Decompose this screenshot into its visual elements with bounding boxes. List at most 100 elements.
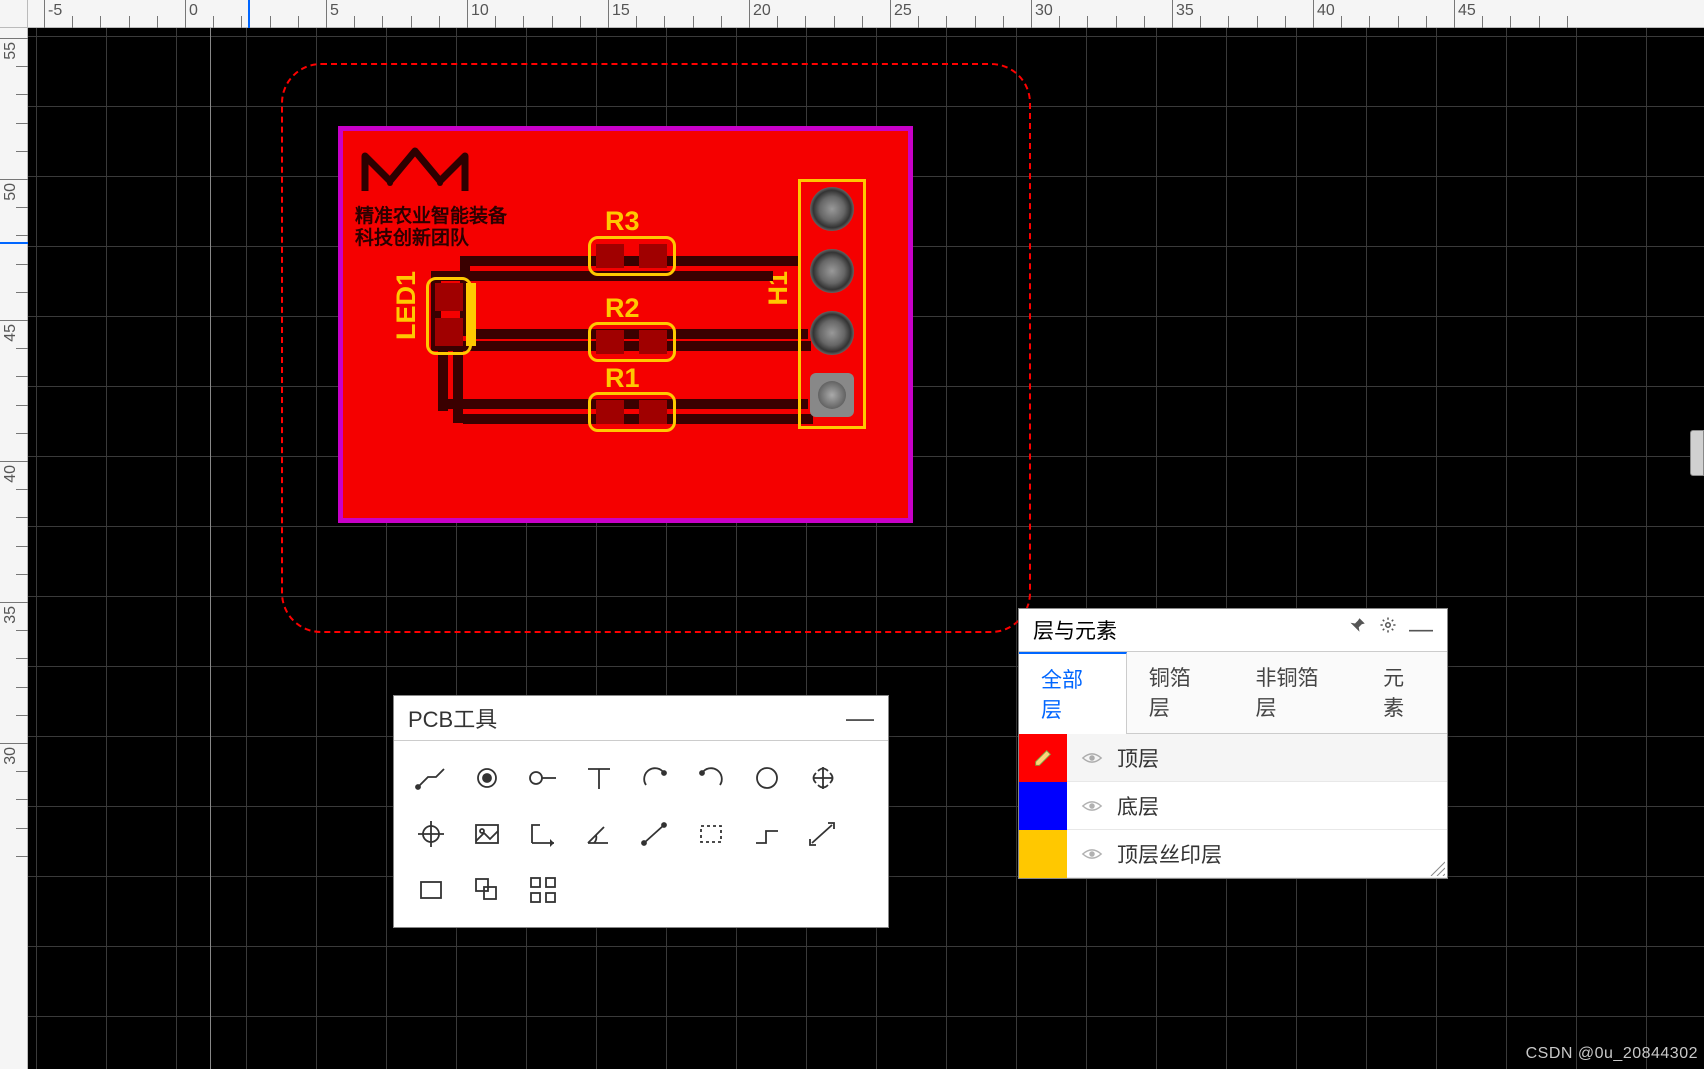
board-outline[interactable]: 精准农业智能装备 科技创新团队 LED1 R3 R2 R1 H1 [338,126,913,523]
track-icon [414,761,448,795]
tool-arc-ccw-button[interactable] [688,755,734,801]
layer-swatch [1019,782,1067,830]
ruler-h-label: 25 [894,2,912,20]
tool-track-button[interactable] [408,755,454,801]
tool-circle-button[interactable] [744,755,790,801]
rect-icon [414,873,448,907]
pcb-tools-panel[interactable]: PCB工具 — [393,695,889,928]
tool-angle-button[interactable] [576,811,622,857]
board-logo: 精准农业智能装备 科技创新团队 [355,141,507,250]
layer-tabs: 全部层铜箔层非铜箔层元素 [1019,652,1447,734]
tool-image-button[interactable] [464,811,510,857]
origin-icon [414,817,448,851]
pcb-tools-grid [394,741,888,927]
ruler-v-label: 35 [2,606,20,624]
pad-led1-3[interactable] [466,283,476,346]
pad-h1-3[interactable] [810,311,854,355]
ruler-h-label: 0 [189,2,198,20]
outline-r3 [588,236,676,276]
layer-swatch [1019,734,1067,782]
via-icon [470,761,504,795]
tool-line-button[interactable] [632,811,678,857]
ruler-horizontal[interactable]: -5051015202530354045 [0,0,1704,28]
logo-m-icon [355,141,475,201]
eye-icon[interactable] [1081,843,1103,865]
pencil-icon [1032,747,1054,769]
layer-row-1[interactable]: 底层 [1019,782,1447,830]
tool-rect-dash-button[interactable] [688,811,734,857]
eye-icon[interactable] [1081,795,1103,817]
ruler-h-label: 5 [330,2,339,20]
rect-dash-icon [694,817,728,851]
pad-h1-2[interactable] [810,249,854,293]
layer-swatch [1019,830,1067,878]
pan-icon [806,761,840,795]
layer-tab-1[interactable]: 铜箔层 [1127,652,1234,733]
tool-group-button[interactable] [464,867,510,913]
collapse-icon[interactable]: — [1409,616,1433,644]
silk-label-r3: R3 [605,206,640,237]
tool-line-start-button[interactable] [520,811,566,857]
ruler-vertical[interactable]: 555045403530 [0,0,28,1069]
net-icon [526,761,560,795]
pin-icon[interactable] [1349,616,1367,644]
layer-name-label: 顶层 [1117,743,1447,773]
ruler-h-label: 20 [753,2,771,20]
ruler-h-label: 45 [1458,2,1476,20]
gear-icon[interactable] [1379,616,1397,644]
line-icon [638,817,672,851]
canvas-side-handle[interactable] [1690,430,1704,476]
text-icon [582,761,616,795]
watermark: CSDN @0u_20844302 [1526,1045,1698,1063]
origin-y-axis [210,28,211,1069]
layer-name-label: 底层 [1117,791,1447,821]
ruler-v-label: 30 [2,747,20,765]
silk-label-r2: R2 [605,293,640,324]
tool-array-button[interactable] [520,867,566,913]
silk-label-led1: LED1 [391,271,422,340]
ruler-h-label: 30 [1035,2,1053,20]
ruler-cursor-marker-h [248,0,250,28]
tool-origin-button[interactable] [408,811,454,857]
tool-measure-button[interactable] [800,811,846,857]
image-icon [470,817,504,851]
ruler-v-label: 40 [2,465,20,483]
line-start-icon [526,817,560,851]
logo-text-line2: 科技创新团队 [355,228,507,250]
eye-icon[interactable] [1081,747,1103,769]
silk-label-r1: R1 [605,363,640,394]
measure-icon [806,817,840,851]
ruler-v-label: 50 [2,183,20,201]
layer-row-2[interactable]: 顶层丝印层 [1019,830,1447,878]
angle-icon [582,817,616,851]
ruler-v-label: 55 [2,42,20,60]
tool-text-button[interactable] [576,755,622,801]
layer-row-0[interactable]: 顶层 [1019,734,1447,782]
tool-net-button[interactable] [520,755,566,801]
group-icon [470,873,504,907]
ruler-cursor-marker-v [0,242,28,244]
tool-arc-cw-button[interactable] [632,755,678,801]
layer-list: 顶层底层顶层丝印层 [1019,734,1447,878]
pcb-tools-title: PCB工具 [408,702,497,734]
tool-step-button[interactable] [744,811,790,857]
tool-via-button[interactable] [464,755,510,801]
arc-cw-icon [638,761,672,795]
pcb-tools-header[interactable]: PCB工具 — [394,696,888,741]
layer-tab-3[interactable]: 元素 [1361,652,1447,733]
pcb-tools-collapse-button[interactable]: — [846,702,874,734]
tool-pan-button[interactable] [800,755,846,801]
layer-panel[interactable]: 层与元素 — 全部层铜箔层非铜箔层元素 顶层底层顶层丝印层 [1018,608,1448,879]
pad-h1-1[interactable] [810,187,854,231]
tool-rect-button[interactable] [408,867,454,913]
resize-grip-icon[interactable] [1427,858,1445,876]
layer-tab-2[interactable]: 非铜箔层 [1234,652,1362,733]
outline-r2 [588,322,676,362]
circle-icon [750,761,784,795]
layer-panel-header[interactable]: 层与元素 — [1019,609,1447,652]
layer-tab-0[interactable]: 全部层 [1019,652,1127,734]
array-icon [526,873,560,907]
arc-ccw-icon [694,761,728,795]
ruler-h-label: -5 [48,2,62,20]
logo-text-line1: 精准农业智能装备 [355,206,507,228]
